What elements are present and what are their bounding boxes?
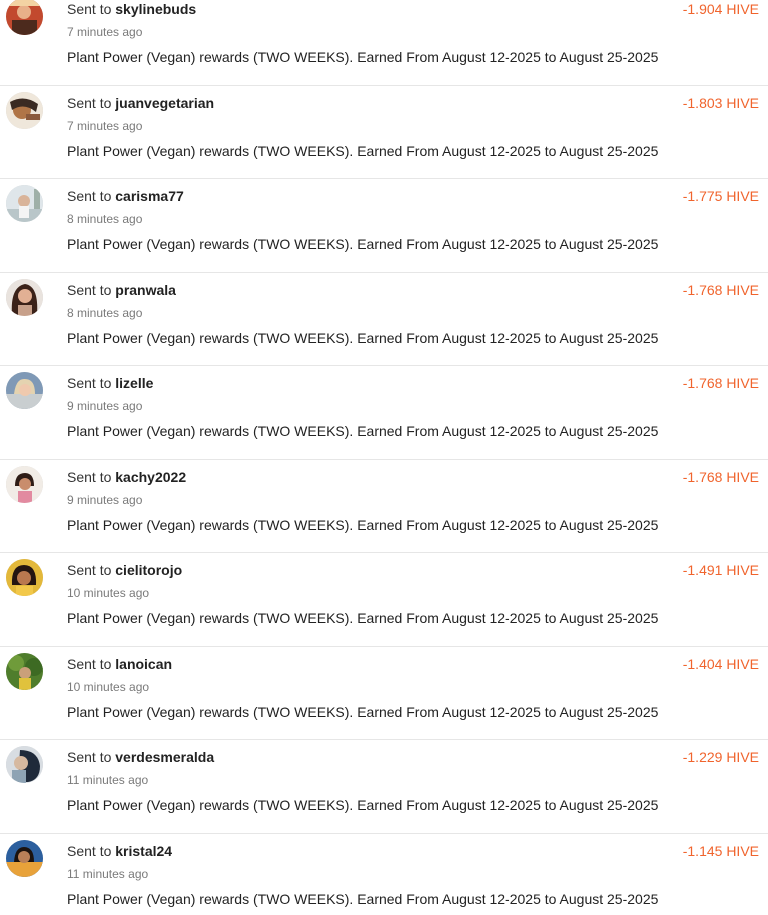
transfer-description: Sent to lanoican: [67, 656, 172, 672]
sent-to-label: Sent to: [67, 655, 112, 672]
recipient-username[interactable]: lanoican: [115, 656, 172, 672]
avatar[interactable]: [6, 746, 43, 783]
transfer-list: Sent to skylinebuds 7 minutes ago Plant …: [0, 0, 768, 907]
transfer-description: Sent to skylinebuds: [67, 1, 196, 17]
sent-to-label: Sent to: [67, 1, 112, 17]
sent-to-label: Sent to: [67, 188, 112, 204]
recipient-username[interactable]: lizelle: [115, 375, 153, 391]
transfer-row: Sent to kristal24 11 minutes ago Plant P…: [0, 834, 768, 908]
transfer-row: Sent to juanvegetarian 7 minutes ago Pla…: [0, 86, 768, 179]
recipient-username[interactable]: carisma77: [115, 188, 184, 204]
avatar[interactable]: [6, 91, 43, 129]
transfer-amount: -1.145 HIVE: [682, 842, 759, 859]
transfer-description: Sent to kristal24: [67, 843, 172, 859]
timestamp: 10 minutes ago: [67, 586, 150, 600]
transfer-amount: -1.904 HIVE: [682, 1, 759, 17]
transfer-row: Sent to lanoican 10 minutes ago Plant Po…: [0, 647, 768, 740]
recipient-username[interactable]: cielitorojo: [115, 562, 182, 578]
transfer-amount: -1.491 HIVE: [682, 562, 759, 578]
sent-to-label: Sent to: [67, 842, 112, 859]
transfer-memo: Plant Power (Vegan) rewards (TWO WEEKS).…: [67, 703, 659, 720]
transfer-amount: -1.404 HIVE: [682, 655, 759, 672]
recipient-username[interactable]: kachy2022: [115, 469, 186, 485]
timestamp: 8 minutes ago: [67, 212, 143, 226]
avatar[interactable]: [6, 559, 43, 596]
recipient-username[interactable]: skylinebuds: [115, 1, 196, 17]
avatar[interactable]: [6, 839, 43, 877]
transfer-memo: Plant Power (Vegan) rewards (TWO WEEKS).…: [67, 49, 659, 65]
transfer-memo: Plant Power (Vegan) rewards (TWO WEEKS).…: [67, 797, 659, 813]
timestamp: 11 minutes ago: [67, 773, 149, 787]
avatar[interactable]: [6, 652, 43, 690]
transfer-memo: Plant Power (Vegan) rewards (TWO WEEKS).…: [67, 423, 659, 439]
transfer-description: Sent to cielitorojo: [67, 562, 182, 578]
transfer-amount: -1.768 HIVE: [682, 281, 759, 298]
transfer-amount: -1.768 HIVE: [682, 375, 759, 391]
transfer-memo: Plant Power (Vegan) rewards (TWO WEEKS).…: [67, 516, 659, 533]
transfer-memo: Plant Power (Vegan) rewards (TWO WEEKS).…: [67, 610, 659, 626]
transfer-row: Sent to carisma77 8 minutes ago Plant Po…: [0, 179, 768, 273]
transfer-memo: Plant Power (Vegan) rewards (TWO WEEKS).…: [67, 142, 659, 159]
timestamp: 7 minutes ago: [67, 25, 143, 39]
transfer-amount: -1.775 HIVE: [682, 188, 759, 204]
sent-to-label: Sent to: [67, 375, 112, 391]
avatar[interactable]: [6, 185, 43, 222]
avatar[interactable]: [6, 465, 43, 503]
transfer-row: Sent to cielitorojo 10 minutes ago Plant…: [0, 553, 768, 647]
transfer-amount: -1.768 HIVE: [682, 468, 759, 485]
recipient-username[interactable]: juanvegetarian: [115, 95, 214, 111]
avatar[interactable]: [6, 0, 43, 35]
transfer-amount: -1.803 HIVE: [682, 94, 759, 111]
transfer-memo: Plant Power (Vegan) rewards (TWO WEEKS).…: [67, 890, 659, 907]
timestamp: 11 minutes ago: [67, 866, 149, 881]
timestamp: 7 minutes ago: [67, 118, 143, 133]
transfer-amount: -1.229 HIVE: [682, 749, 759, 765]
transfer-memo: Plant Power (Vegan) rewards (TWO WEEKS).…: [67, 329, 659, 346]
transfer-row: Sent to verdesmeralda 11 minutes ago Pla…: [0, 740, 768, 834]
transfer-description: Sent to lizelle: [67, 375, 153, 391]
transfer-description: Sent to verdesmeralda: [67, 749, 214, 765]
sent-to-label: Sent to: [67, 468, 112, 485]
timestamp: 9 minutes ago: [67, 492, 143, 507]
transfer-memo: Plant Power (Vegan) rewards (TWO WEEKS).…: [67, 236, 659, 252]
transfer-description: Sent to juanvegetarian: [67, 95, 214, 111]
timestamp: 10 minutes ago: [67, 679, 150, 694]
sent-to-label: Sent to: [67, 281, 112, 298]
transfer-row: Sent to lizelle 9 minutes ago Plant Powe…: [0, 366, 768, 460]
transfer-description: Sent to kachy2022: [67, 469, 186, 485]
recipient-username[interactable]: verdesmeralda: [115, 749, 214, 765]
timestamp: 8 minutes ago: [67, 305, 143, 320]
recipient-username[interactable]: pranwala: [115, 282, 176, 298]
sent-to-label: Sent to: [67, 562, 112, 578]
avatar[interactable]: [6, 278, 43, 316]
sent-to-label: Sent to: [67, 94, 112, 111]
avatar[interactable]: [6, 372, 43, 409]
timestamp: 9 minutes ago: [67, 399, 143, 413]
recipient-username[interactable]: kristal24: [115, 843, 172, 859]
transfer-row: Sent to kachy2022 9 minutes ago Plant Po…: [0, 460, 768, 553]
sent-to-label: Sent to: [67, 749, 112, 765]
transfer-row: Sent to skylinebuds 7 minutes ago Plant …: [0, 0, 768, 86]
transfer-row: Sent to pranwala 8 minutes ago Plant Pow…: [0, 273, 768, 366]
transfer-description: Sent to carisma77: [67, 188, 184, 204]
transfer-description: Sent to pranwala: [67, 282, 176, 298]
